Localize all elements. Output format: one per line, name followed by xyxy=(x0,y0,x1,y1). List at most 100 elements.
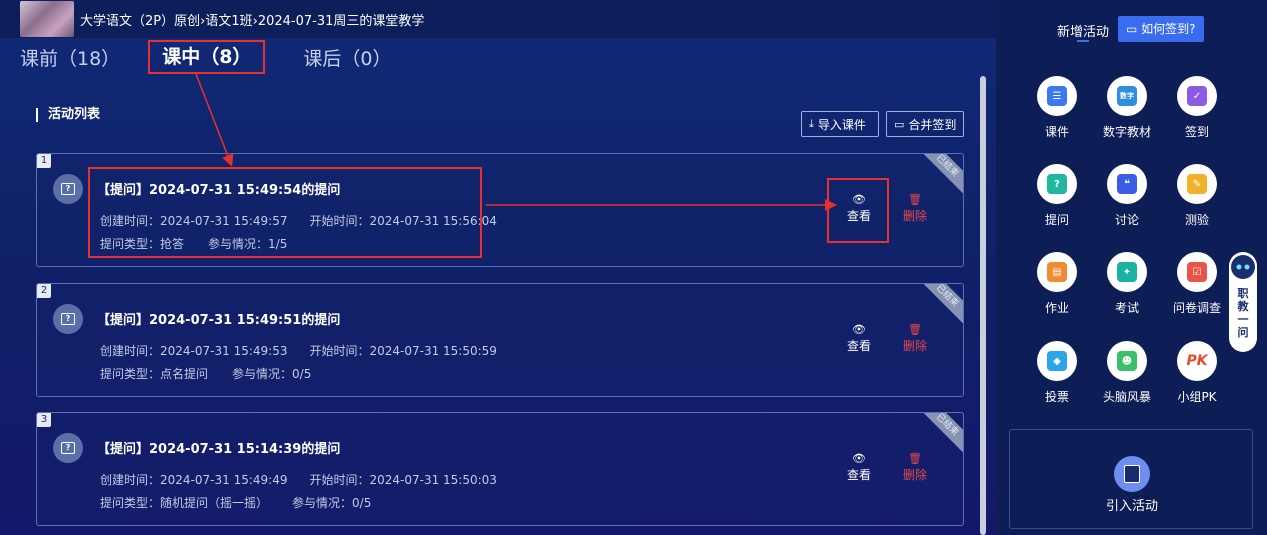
created-label: 创建时间： xyxy=(100,473,161,487)
activity-index: 3 xyxy=(37,413,51,427)
tool-label: 作业 xyxy=(1044,301,1069,315)
delete-button[interactable]: 🗑 删除 xyxy=(895,452,935,483)
tool-digital-textbook[interactable]: 数字 数字教材 xyxy=(1092,76,1162,140)
merge-icon: ▭ xyxy=(894,117,905,131)
heading-underline xyxy=(1077,40,1089,42)
activity-info: 提问类型：随机提问（摇一摇） 参与情况：0/5 xyxy=(100,494,371,511)
tool-courseware[interactable]: ☰ 课件 xyxy=(1022,76,1092,140)
question-icon: ? xyxy=(53,174,83,204)
import-courseware-button[interactable]: ⤓ 导入课件 xyxy=(801,111,879,137)
how-to-checkin-label: 如何签到? xyxy=(1141,22,1196,36)
activity-times: 创建时间：2024-07-31 15:49:53 开始时间：2024-07-31 … xyxy=(100,342,497,359)
tab-in-class[interactable]: 课中（8） xyxy=(148,40,266,74)
participation-label: 参与情况： xyxy=(232,367,293,381)
merge-checkin-label: 合并签到 xyxy=(908,117,957,132)
tool-brainstorm[interactable]: ☻ 头脑风暴 xyxy=(1092,341,1162,405)
view-button[interactable]: 👁 查看 xyxy=(839,452,879,483)
tool-quiz[interactable]: ✎ 测验 xyxy=(1162,164,1232,228)
tool-label: 头脑风暴 xyxy=(1102,390,1151,404)
question-type: 点名提问 xyxy=(160,367,209,381)
merge-checkin-button[interactable]: ▭ 合并签到 xyxy=(886,111,964,137)
tool-exam[interactable]: ✦ 考试 xyxy=(1092,252,1162,316)
digital-textbook-icon: 数字 xyxy=(1107,76,1147,116)
how-to-checkin-button[interactable]: ▭ 如何签到? xyxy=(1118,16,1204,42)
homework-icon: ▤ xyxy=(1037,252,1077,292)
activity-list-title: 活动列表 xyxy=(36,108,100,122)
trash-icon: 🗑 xyxy=(908,193,922,206)
tool-discussion[interactable]: ❝ 讨论 xyxy=(1092,164,1162,228)
video-icon: ▭ xyxy=(1126,22,1142,36)
tool-label: 投票 xyxy=(1044,390,1069,404)
started-time: 2024-07-31 15:50:03 xyxy=(369,473,497,487)
trash-icon: 🗑 xyxy=(908,452,922,465)
exam-icon: ✦ xyxy=(1107,252,1147,292)
tool-label: 签到 xyxy=(1184,125,1209,139)
activity-title[interactable]: 【提问】2024-07-31 15:49:51的提问 xyxy=(97,309,340,328)
tool-label: 问卷调查 xyxy=(1172,301,1221,315)
breadcrumb: 大学语文（2P）原创›语文1班›2024-07-31周三的课堂教学 xyxy=(80,10,424,29)
eye-icon: 👁 xyxy=(852,452,866,465)
discussion-icon: ❝ xyxy=(1107,164,1147,204)
tool-vote[interactable]: ◆ 投票 xyxy=(1022,341,1092,405)
tool-label: 数字教材 xyxy=(1102,125,1151,139)
started-label: 开始时间： xyxy=(309,344,370,358)
highlight-box-activity xyxy=(88,167,482,258)
course-thumbnail xyxy=(20,1,74,37)
tool-label: 测验 xyxy=(1184,213,1209,227)
tab-before-class[interactable]: 课前（18） xyxy=(20,44,120,71)
tool-group-pk[interactable]: PK 小组PK xyxy=(1162,341,1232,405)
survey-icon: ☑ xyxy=(1177,252,1217,292)
participation-value: 0/5 xyxy=(352,496,372,510)
tool-label: 课件 xyxy=(1044,125,1069,139)
import-courseware-label: 导入课件 xyxy=(817,117,866,132)
created-time: 2024-07-31 15:49:53 xyxy=(160,344,288,358)
delete-label: 删除 xyxy=(902,209,927,223)
tool-homework[interactable]: ▤ 作业 xyxy=(1022,252,1092,316)
checkin-icon: ✓ xyxy=(1177,76,1217,116)
breadcrumb-course[interactable]: 大学语文（2P）原创 xyxy=(80,14,200,29)
tool-label: 小组PK xyxy=(1177,390,1217,404)
activity-info: 提问类型：点名提问 参与情况：0/5 xyxy=(100,365,311,382)
delete-button[interactable]: 🗑 删除 xyxy=(895,323,935,354)
delete-label: 删除 xyxy=(902,468,927,482)
tool-survey[interactable]: ☑ 问卷调查 xyxy=(1162,252,1232,316)
tool-question[interactable]: ? 提问 xyxy=(1022,164,1092,228)
import-activity-icon xyxy=(1114,456,1150,492)
vote-icon: ◆ xyxy=(1037,341,1077,381)
question-type: 随机提问（摇一摇） xyxy=(160,496,269,510)
view-button[interactable]: 👁 查看 xyxy=(839,323,879,354)
created-label: 创建时间： xyxy=(100,344,161,358)
breadcrumb-class[interactable]: 语文1班 xyxy=(205,14,252,29)
tool-label: 考试 xyxy=(1114,301,1139,315)
brainstorm-icon: ☻ xyxy=(1107,341,1147,381)
activity-card: 3 ? 【提问】2024-07-31 15:14:39的提问 创建时间：2024… xyxy=(36,412,964,526)
question-icon: ? xyxy=(53,433,83,463)
participation-label: 参与情况： xyxy=(292,496,353,510)
trash-icon: 🗑 xyxy=(908,323,922,336)
activity-card: 2 ? 【提问】2024-07-31 15:49:51的提问 创建时间：2024… xyxy=(36,283,964,397)
assistant-label: 职教一问 xyxy=(1237,287,1249,339)
activity-title[interactable]: 【提问】2024-07-31 15:14:39的提问 xyxy=(97,438,340,457)
scrollbar[interactable] xyxy=(980,76,986,535)
robot-icon xyxy=(1231,252,1255,279)
group-pk-icon: PK xyxy=(1177,341,1217,381)
eye-icon: 👁 xyxy=(852,323,866,336)
created-time: 2024-07-31 15:49:49 xyxy=(160,473,288,487)
breadcrumb-session: 2024-07-31周三的课堂教学 xyxy=(257,13,425,29)
type-label: 提问类型： xyxy=(100,367,161,381)
delete-label: 删除 xyxy=(902,339,927,353)
question-icon: ? xyxy=(53,304,83,334)
activity-times: 创建时间：2024-07-31 15:49:49 开始时间：2024-07-31 … xyxy=(100,471,497,488)
view-label: 查看 xyxy=(846,339,871,353)
phase-tabs: 课前（18） 课中（8） 课后（0） xyxy=(20,40,430,74)
top-bar: 大学语文（2P）原创›语文1班›2024-07-31周三的课堂教学 xyxy=(0,0,996,38)
download-icon: ⤓ xyxy=(809,117,814,130)
tab-after-class[interactable]: 课后（0） xyxy=(303,44,391,71)
import-activity-button[interactable]: 引入活动 xyxy=(1009,429,1253,529)
view-label: 查看 xyxy=(846,468,871,482)
tool-label: 讨论 xyxy=(1114,213,1139,227)
quiz-icon: ✎ xyxy=(1177,164,1217,204)
delete-button[interactable]: 🗑 删除 xyxy=(895,193,935,224)
import-activity-label: 引入活动 xyxy=(1105,499,1158,514)
tool-checkin[interactable]: ✓ 签到 xyxy=(1162,76,1232,140)
